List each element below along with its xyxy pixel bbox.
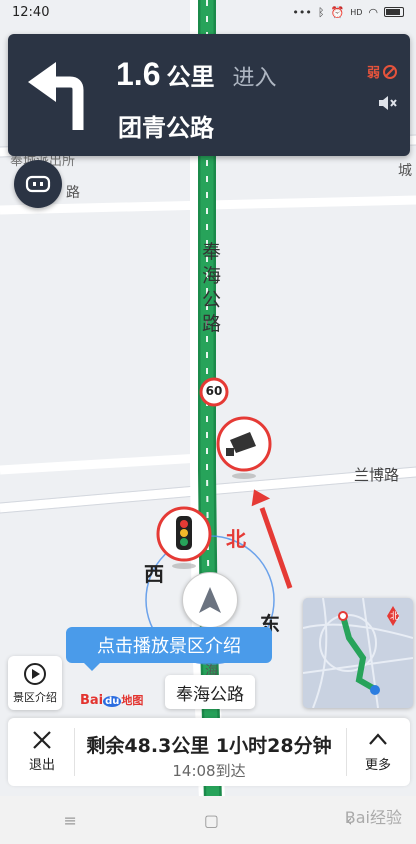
baidu-map-logo: Bai du 地图	[80, 693, 144, 708]
turn-left-arrow-icon	[28, 62, 84, 130]
map-label-main-road: 奉海公路	[202, 241, 222, 335]
current-road-badge: 奉海公路	[165, 675, 255, 709]
compass-north: 北	[226, 527, 246, 551]
signal-label: 弱	[366, 66, 380, 81]
remaining-summary: 剩余48.3公里 1小时28分钟	[86, 735, 332, 757]
status-icons: ••• ᛒ ⏰ HD ◠	[292, 6, 404, 19]
next-road-name: 团青公路	[118, 114, 214, 142]
speed-limit-value: 60	[205, 384, 223, 398]
more-label: 更多	[364, 758, 391, 773]
distance-unit: 公里	[166, 63, 215, 91]
maneuver-action: 进入	[232, 66, 277, 91]
wifi-icon: ◠	[368, 5, 378, 19]
satellite-icon	[383, 64, 397, 79]
scenic-intro-button[interactable]: 景区介绍	[8, 656, 62, 710]
route-overview-minimap[interactable]: 北	[303, 598, 413, 708]
recenter-button[interactable]	[182, 572, 238, 628]
navigation-arrow-icon	[199, 587, 221, 613]
map-mode-button[interactable]	[14, 160, 62, 208]
more-options-button[interactable]: 更多	[352, 728, 404, 778]
arrival-time: 14:08到达	[172, 762, 246, 780]
status-bar: 12:40 ••• ᛒ ⏰ HD ◠	[0, 0, 416, 24]
home-icon[interactable]: ▢	[204, 811, 219, 830]
status-time: 12:40	[12, 4, 50, 20]
trip-info-bar: 退出 剩余48.3公里 1小时28分钟 14:08到达 更多	[8, 718, 410, 786]
view-toggle-icon	[25, 175, 51, 193]
bluetooth-icon: ᛒ	[317, 5, 325, 19]
hd-icon: HD	[350, 7, 363, 17]
distance-line: 1.6 公里 进入	[116, 56, 277, 93]
map-label-cross-road: 兰博路	[354, 466, 400, 484]
map-label-road-left: 路	[66, 185, 80, 201]
minimap-north: 北	[390, 612, 400, 622]
battery-icon	[384, 7, 404, 17]
scenic-intro-tooltip[interactable]: 点击播放景区介绍	[66, 627, 272, 671]
menu-icon[interactable]: ≡	[64, 811, 77, 830]
exit-navigation-button[interactable]: 退出	[16, 728, 68, 778]
chevron-up-icon	[369, 733, 387, 745]
watermark: Bai经验	[344, 808, 402, 827]
distance-value: 1.6	[116, 56, 161, 92]
divider-right	[346, 728, 347, 776]
mute-icon[interactable]	[376, 92, 398, 114]
dots-icon: •••	[292, 5, 312, 19]
divider-left	[74, 728, 75, 776]
guidance-card[interactable]: 1.6 公里 进入 团青公路 弱	[8, 34, 410, 156]
exit-label: 退出	[28, 758, 55, 773]
compass-west: 西	[144, 562, 164, 586]
gps-signal[interactable]: 弱	[367, 62, 398, 81]
map-label-road-right: 城	[398, 163, 412, 179]
scenic-intro-label: 景区介绍	[13, 690, 57, 704]
close-icon	[33, 731, 51, 749]
alarm-icon: ⏰	[330, 5, 345, 19]
play-circle-icon	[24, 662, 46, 685]
